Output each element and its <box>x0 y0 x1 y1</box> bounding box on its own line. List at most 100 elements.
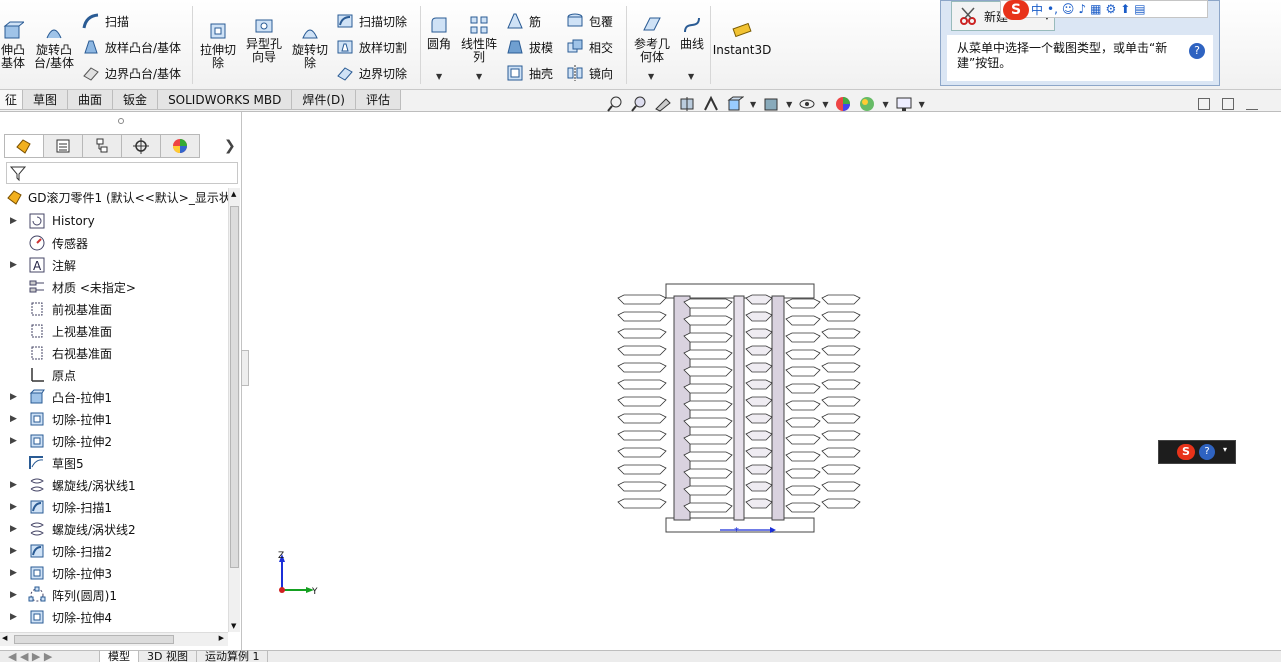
zoom-to-area-icon[interactable] <box>630 95 648 113</box>
hide-show-items-icon[interactable] <box>798 95 816 113</box>
tab-property-manager[interactable] <box>43 134 83 158</box>
reference-geometry-button[interactable]: 参考几 何体 <box>630 14 674 64</box>
curves-dropdown[interactable]: ▼ <box>688 72 694 81</box>
tab-mbd[interactable]: SOLIDWORKS MBD <box>157 90 293 110</box>
display-style-icon[interactable] <box>762 95 780 113</box>
vertical-scroll-thumb[interactable] <box>230 206 239 568</box>
tree-item[interactable]: ▶ 切除-拉伸1 <box>0 408 228 430</box>
view-orientation-icon[interactable] <box>726 95 744 113</box>
loft-boss-button[interactable]: 放样凸台/基体 <box>82 38 181 56</box>
tab-surfaces[interactable]: 曲面 <box>67 90 114 110</box>
tree-item[interactable]: ▶ History <box>0 210 228 232</box>
revolved-boss-button[interactable]: 旋转凸 台/基体 <box>32 20 76 70</box>
expand-arrow-icon[interactable]: ▶ <box>10 590 18 600</box>
instant3d-button[interactable]: Instant3D <box>713 20 771 57</box>
scroll-down-icon[interactable]: ▼ <box>231 622 236 630</box>
ime-tools-icon[interactable]: ⚙ <box>1105 2 1116 16</box>
tab-weldments[interactable]: 焊件(D) <box>291 90 356 110</box>
previous-view-icon[interactable] <box>654 95 672 113</box>
tree-item[interactable]: ▶ 螺旋线/涡状线2 <box>0 518 228 540</box>
linear-pattern-button[interactable]: 线性阵 列 <box>458 14 500 64</box>
tree-item[interactable]: 右视基准面 <box>0 342 228 364</box>
lofted-cut-button[interactable]: 放样切割 <box>336 38 407 56</box>
tab-sheet-metal[interactable]: 钣金 <box>112 90 159 110</box>
rib-button[interactable]: 筋 <box>506 12 541 30</box>
wrap-button[interactable]: 包覆 <box>566 12 613 30</box>
tree-item[interactable]: ▶ 阵列(圆周)1 <box>0 584 228 606</box>
tab-dimxpert-manager[interactable] <box>121 134 161 158</box>
shell-button[interactable]: 抽壳 <box>506 64 553 82</box>
tree-item[interactable]: ▶ 螺旋线/涡状线1 <box>0 474 228 496</box>
boundary-boss-button[interactable]: 边界凸台/基体 <box>82 64 181 82</box>
expand-arrow-icon[interactable]: ▶ <box>10 546 18 556</box>
ime-grid-icon[interactable]: ▤ <box>1134 2 1145 16</box>
scroll-up-icon[interactable]: ▲ <box>231 190 236 198</box>
mini-dropdown-icon[interactable]: ▾ <box>1223 445 1227 454</box>
tree-item[interactable]: ▶ 凸台-拉伸1 <box>0 386 228 408</box>
expand-arrow-icon[interactable]: ▶ <box>10 414 18 424</box>
tree-item[interactable]: ▶ 切除-扫描1 <box>0 496 228 518</box>
tree-item[interactable]: ▶ 切除-拉伸4 <box>0 606 228 628</box>
scroll-left-icon[interactable]: ◀ <box>2 634 7 642</box>
tree-filter-box[interactable] <box>6 162 238 184</box>
restore-viewport-icon[interactable] <box>1198 98 1210 110</box>
view-orientation-dropdown[interactable]: ▼ <box>750 100 756 109</box>
tree-item[interactable]: 草图5 <box>0 452 228 474</box>
view-settings-dropdown[interactable]: ▼ <box>919 100 925 109</box>
revolved-cut-button[interactable]: 旋转切 除 <box>290 20 330 70</box>
expand-arrow-icon[interactable]: ▶ <box>10 568 18 578</box>
panel-splitter-handle[interactable] <box>241 350 249 386</box>
tree-item[interactable]: 前视基准面 <box>0 298 228 320</box>
extruded-boss-button[interactable]: 伸凸 基体 <box>0 20 28 70</box>
dynamic-annotation-icon[interactable] <box>702 95 720 113</box>
horizontal-scroll-thumb[interactable] <box>14 635 174 644</box>
tab-scroll-arrows-icon[interactable]: ◀ ◀ ▶ ▶ <box>0 651 100 662</box>
expand-arrow-icon[interactable]: ▶ <box>10 392 18 402</box>
expand-arrow-icon[interactable]: ▶ <box>10 612 18 622</box>
ime-punctuation-icon[interactable]: •, <box>1047 2 1058 16</box>
tree-item[interactable]: ▶ 切除-拉伸3 <box>0 562 228 584</box>
tab-3d-view[interactable]: 3D 视图 <box>139 651 197 662</box>
edit-appearance-icon[interactable] <box>834 95 852 113</box>
tile-viewport-icon[interactable] <box>1222 98 1234 110</box>
tree-vertical-scrollbar[interactable]: ▲ ▼ <box>228 188 240 632</box>
intersect-button[interactable]: 相交 <box>566 38 613 56</box>
tab-sketch[interactable]: 草图 <box>22 90 69 110</box>
mini-sogou-logo-icon[interactable]: S <box>1177 444 1195 460</box>
pattern-dropdown[interactable]: ▼ <box>476 72 482 81</box>
panel-grip-icon[interactable] <box>118 118 124 124</box>
ime-keyboard-icon[interactable]: ▦ <box>1090 2 1101 16</box>
expand-arrow-icon[interactable]: ▶ <box>10 216 18 226</box>
expand-arrow-icon[interactable]: ▶ <box>10 480 18 490</box>
mirror-button[interactable]: 镜向 <box>566 64 613 82</box>
sogou-logo-icon[interactable]: S <box>1003 0 1029 20</box>
tab-features[interactable]: 征 <box>0 90 24 110</box>
sweep-boss-button[interactable]: 扫描 <box>82 12 129 30</box>
section-view-icon[interactable] <box>678 95 696 113</box>
fillet-button[interactable]: 圆角 <box>424 14 454 51</box>
zoom-to-fit-icon[interactable] <box>606 95 624 113</box>
tab-motion-study[interactable]: 运动算例 1 <box>197 651 269 662</box>
tab-display-manager[interactable] <box>160 134 200 158</box>
extruded-cut-button[interactable]: 拉伸切 除 <box>198 20 238 70</box>
hob-3d-model[interactable]: * <box>610 280 870 540</box>
mini-help-icon[interactable]: ? <box>1199 444 1215 460</box>
tab-feature-manager[interactable] <box>4 134 44 158</box>
apply-scene-icon[interactable] <box>858 95 876 113</box>
boundary-cut-button[interactable]: 边界切除 <box>336 64 407 82</box>
tree-item[interactable]: 上视基准面 <box>0 320 228 342</box>
tree-item[interactable]: 材质 <未指定> <box>0 276 228 298</box>
ime-chinese-mode[interactable]: 中 <box>1031 1 1043 18</box>
view-settings-icon[interactable] <box>895 95 913 113</box>
tab-model[interactable]: 模型 <box>100 651 139 662</box>
tab-evaluate[interactable]: 评估 <box>354 90 401 110</box>
expand-arrow-icon[interactable]: ▶ <box>10 436 18 446</box>
hole-wizard-button[interactable]: 异型孔 向导 <box>244 14 284 64</box>
apply-scene-dropdown[interactable]: ▼ <box>882 100 888 109</box>
tree-item[interactable]: 原点 <box>0 364 228 386</box>
tree-horizontal-scrollbar[interactable]: ◀ ▶ <box>0 632 228 646</box>
help-icon[interactable]: ? <box>1189 43 1205 59</box>
tree-item[interactable]: 传感器 <box>0 232 228 254</box>
panel-expand-chevron-icon[interactable]: ❯ <box>224 138 236 154</box>
display-style-dropdown[interactable]: ▼ <box>786 100 792 109</box>
